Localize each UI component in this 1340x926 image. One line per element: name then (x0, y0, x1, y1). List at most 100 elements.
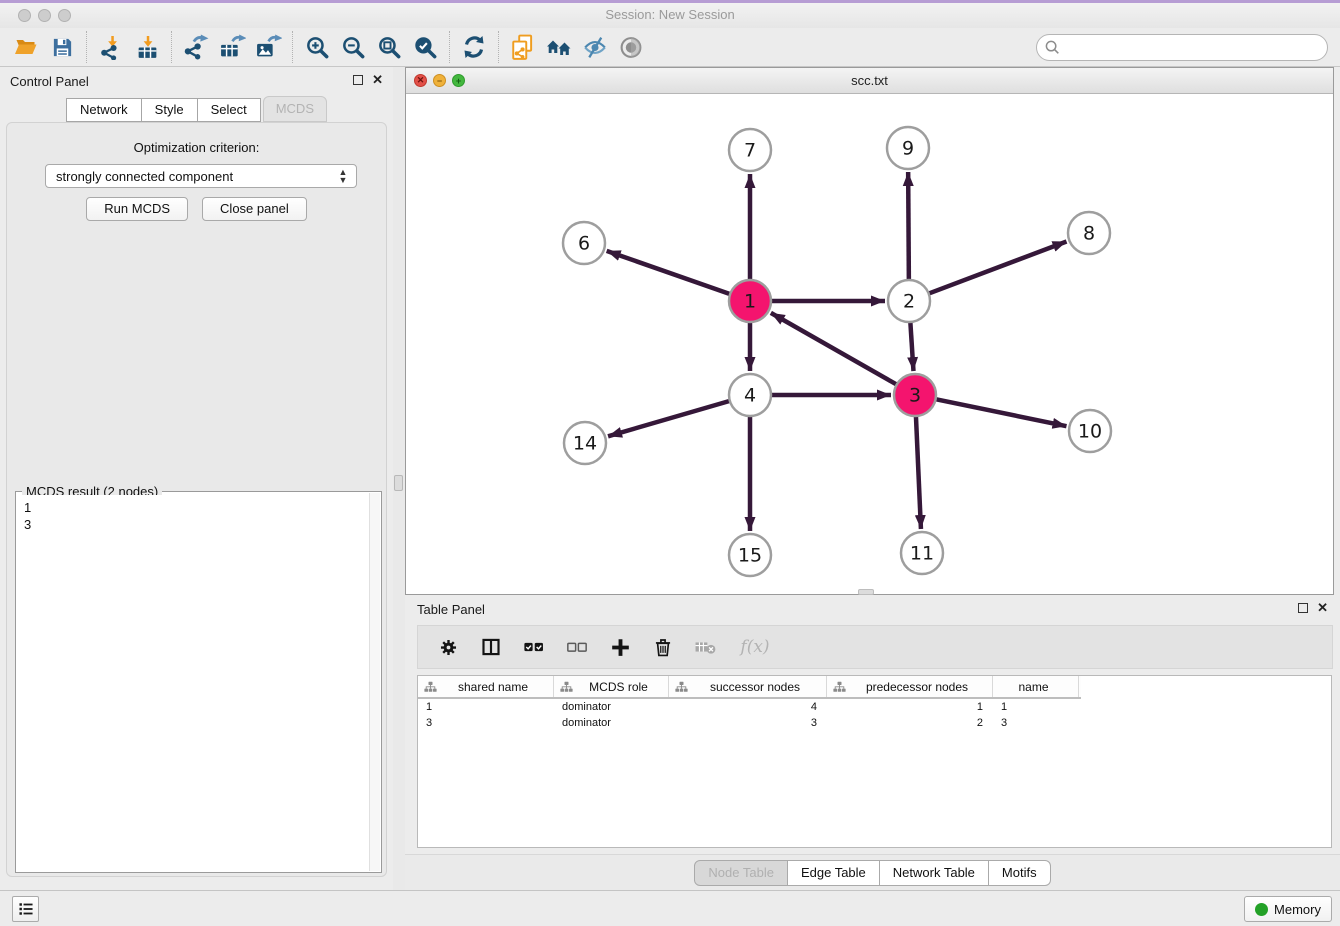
edge-2-9[interactable] (908, 172, 909, 280)
tab-select[interactable]: Select (198, 98, 261, 122)
import-network-button[interactable] (93, 31, 129, 63)
tab-network-table[interactable]: Network Table (880, 860, 989, 886)
splitter-handle[interactable] (394, 475, 403, 491)
home-icon (545, 35, 573, 59)
network-graph-canvas[interactable]: 7968124314101511 (406, 94, 1333, 594)
toolbar-separator (292, 31, 293, 63)
cell-shared-name: 1 (418, 699, 554, 715)
refresh-styles-button[interactable] (456, 31, 492, 63)
node-label-8: 8 (1083, 223, 1095, 245)
zoom-fit-button[interactable] (371, 31, 407, 63)
node-label-2: 2 (903, 291, 915, 313)
tab-motifs[interactable]: Motifs (989, 860, 1051, 886)
task-history-button[interactable] (12, 896, 39, 922)
tab-node-table[interactable]: Node Table (694, 860, 788, 886)
column-header-label: shared name (437, 680, 553, 694)
node-label-3: 3 (909, 385, 921, 407)
unselect-all-columns-button[interactable] (565, 635, 589, 659)
open-folder-icon (13, 35, 39, 59)
network-window-titlebar: ✕ − + scc.txt (406, 68, 1333, 94)
fx-icon: f(x) (740, 637, 769, 657)
export-table-button[interactable] (214, 31, 250, 63)
export-image-button[interactable] (250, 31, 286, 63)
table-toolbar: f(x) (417, 625, 1333, 669)
table-row[interactable]: 1dominator411 (418, 699, 1331, 715)
home-button[interactable] (541, 31, 577, 63)
refresh-icon (462, 35, 486, 59)
column-header-MCDS-role[interactable]: MCDS role (554, 676, 669, 697)
node-label-14: 14 (573, 433, 597, 455)
tab-network[interactable]: Network (66, 98, 142, 122)
zoom-in-button[interactable] (299, 31, 335, 63)
mcds-result-text[interactable]: 1 3 (17, 495, 369, 871)
memory-button[interactable]: Memory (1244, 896, 1332, 922)
status-bar: Memory (0, 890, 1340, 926)
clone-network-icon (510, 34, 536, 61)
add-column-button[interactable] (608, 635, 632, 659)
edge-3-10[interactable] (936, 399, 1067, 426)
delete-column-button[interactable] (651, 635, 675, 659)
cell-name: 1 (993, 699, 1079, 715)
node-label-1: 1 (744, 291, 756, 313)
column-header-successor-nodes[interactable]: successor nodes (669, 676, 827, 697)
delete-table-icon (694, 637, 718, 657)
export-network-button[interactable] (178, 31, 214, 63)
result-scrollbar[interactable] (369, 493, 380, 871)
open-session-button[interactable] (8, 31, 44, 63)
column-header-label: MCDS role (573, 680, 668, 694)
plus-icon (610, 637, 631, 658)
edge-2-8[interactable] (929, 241, 1067, 293)
tab-edge-table[interactable]: Edge Table (788, 860, 880, 886)
zoom-selected-button[interactable] (407, 31, 443, 63)
column-visibility-button[interactable] (479, 635, 503, 659)
cell-predecessor-nodes: 1 (827, 699, 993, 715)
hide-graphics-details-button[interactable] (577, 31, 613, 63)
tab-style[interactable]: Style (142, 98, 198, 122)
import-network-icon (99, 35, 124, 60)
table-settings-button[interactable] (436, 635, 460, 659)
control-panel: Control Panel ✕ NetworkStyleSelectMCDS O… (0, 67, 393, 890)
search-input[interactable] (1036, 34, 1328, 61)
close-panel-icon[interactable]: ✕ (372, 72, 383, 88)
tab-mcds[interactable]: MCDS (263, 96, 327, 122)
column-header-predecessor-nodes[interactable]: predecessor nodes (827, 676, 993, 697)
import-table-button[interactable] (129, 31, 165, 63)
column-header-label: name (993, 680, 1078, 694)
edge-2-3[interactable] (910, 322, 913, 371)
table-row[interactable]: 3dominator323 (418, 715, 1331, 731)
edge-3-11[interactable] (916, 416, 921, 529)
toolbar-separator (86, 31, 87, 63)
column-header-shared-name[interactable]: shared name (418, 676, 554, 697)
show-graphics-details-button[interactable] (613, 31, 649, 63)
clone-network-button[interactable] (505, 31, 541, 63)
table-header-row: shared name MCDS rolesuccessor nodesprede… (418, 676, 1081, 699)
trash-icon (653, 637, 673, 658)
node-label-7: 7 (744, 140, 756, 162)
eye-icon (618, 35, 644, 60)
float-panel-icon[interactable] (353, 75, 363, 85)
zoom-in-icon (305, 35, 330, 60)
delete-table-button[interactable] (694, 635, 718, 659)
save-session-button[interactable] (44, 31, 80, 63)
edge-4-14[interactable] (608, 401, 730, 436)
optimization-criterion-select[interactable]: strongly connected component ▲▼ (45, 164, 357, 188)
node-label-6: 6 (578, 233, 590, 255)
close-panel-button[interactable]: Close panel (202, 197, 307, 221)
edge-1-6[interactable] (607, 251, 731, 294)
cell-successor-nodes: 3 (669, 715, 827, 731)
control-panel-title: Control Panel (10, 74, 89, 89)
column-header-name[interactable]: name (993, 676, 1079, 697)
main-toolbar (0, 28, 1340, 67)
function-builder-button[interactable]: f(x) (737, 635, 773, 659)
control-panel-header: Control Panel ✕ (0, 67, 393, 95)
run-mcds-button[interactable]: Run MCDS (86, 197, 188, 221)
zoom-out-button[interactable] (335, 31, 371, 63)
panel-splitter[interactable] (393, 67, 405, 890)
mcds-tab-content: Optimization criterion: strongly connect… (6, 122, 387, 877)
edge-3-1[interactable] (771, 313, 897, 385)
toolbar-separator (498, 31, 499, 63)
zoom-selected-icon (413, 35, 438, 60)
close-table-panel-icon[interactable]: ✕ (1317, 600, 1328, 616)
select-all-columns-button[interactable] (522, 635, 546, 659)
float-table-panel-icon[interactable] (1298, 603, 1308, 613)
